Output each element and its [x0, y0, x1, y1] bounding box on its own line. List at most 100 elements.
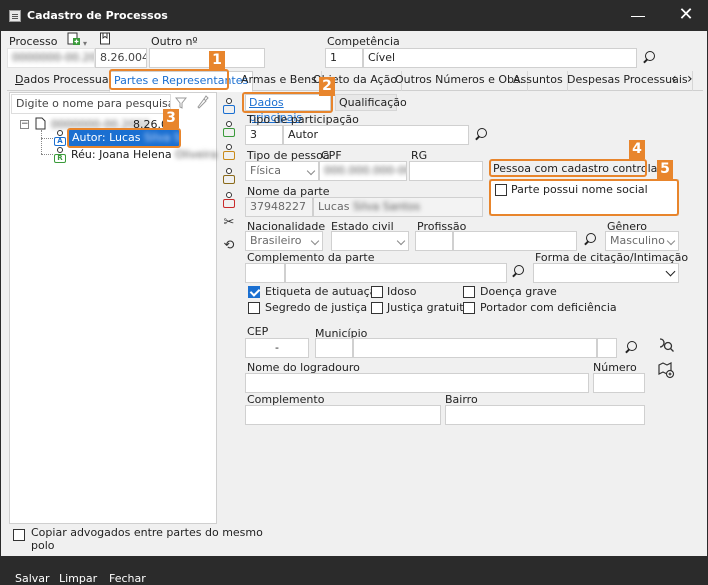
- footer-bar: Salvar Limpar Fechar: [1, 556, 707, 585]
- competencia-label: Competência: [327, 35, 400, 48]
- profissao-field[interactable]: [453, 231, 577, 251]
- etiqueta-label: Etiqueta de autuação: [265, 285, 384, 298]
- new-process-icon[interactable]: [67, 32, 81, 46]
- tipo-participacao-field[interactable]: Autor: [283, 125, 469, 145]
- justica-gratuita-checkbox[interactable]: [371, 302, 383, 314]
- add-autor-icon[interactable]: [222, 98, 236, 114]
- bookmark-icon[interactable]: [99, 32, 111, 46]
- outro-numero-field[interactable]: [149, 48, 265, 68]
- annotation-badge-2: 2: [319, 77, 335, 96]
- tree-collapse-icon[interactable]: −: [20, 120, 29, 129]
- competencia-field[interactable]: Cível: [363, 48, 637, 68]
- etiqueta-checkbox[interactable]: [248, 286, 260, 298]
- nome-social-checkbox[interactable]: [495, 184, 507, 196]
- genero-select[interactable]: Masculino: [605, 231, 679, 251]
- tab-scroll-left-icon[interactable]: ‹: [671, 72, 683, 88]
- forma-citacao-select[interactable]: [533, 263, 679, 283]
- tab-partes-representantes[interactable]: Partes e Representantes: [109, 71, 254, 92]
- complemento-parte-search-icon[interactable]: [510, 264, 526, 280]
- add-reu-icon[interactable]: [222, 121, 236, 137]
- minimize-button[interactable]: [625, 6, 651, 26]
- add-representante-icon[interactable]: [222, 168, 236, 184]
- autor-icon: A: [53, 130, 67, 146]
- justica-gratuita-label: Justiça gratuita: [387, 301, 471, 314]
- tab-scroll-right-icon[interactable]: ›: [687, 72, 699, 88]
- pessoa-controlado-label: Pessoa com cadastro controlado: [493, 162, 672, 175]
- copy-lawyers-label-line1: Copiar advogados entre partes do mesmo: [31, 526, 263, 539]
- municipio-code-field[interactable]: [315, 338, 353, 358]
- tab-assuntos[interactable]: Assuntos: [509, 71, 568, 91]
- municipio-field[interactable]: [353, 338, 597, 358]
- cpf-field[interactable]: 000.000.000-00: [319, 161, 407, 181]
- app-icon: [9, 10, 21, 22]
- logradouro-field[interactable]: [245, 373, 589, 393]
- reu-icon: R: [53, 147, 67, 163]
- competencia-code-field[interactable]: 1: [325, 48, 363, 68]
- outro-numero-label: Outro nº: [151, 35, 198, 48]
- doenca-grave-checkbox[interactable]: [463, 286, 475, 298]
- tab-dados-processuais[interactable]: Dados Processuais: [11, 71, 123, 91]
- nacionalidade-select[interactable]: Brasileiro: [245, 231, 323, 251]
- annotation-badge-3: 3: [163, 109, 179, 128]
- tab-outros-numeros[interactable]: Outros Números e Obs.: [391, 71, 529, 91]
- doenca-grave-label: Doença grave: [480, 285, 557, 298]
- complemento-parte-code[interactable]: [245, 263, 285, 283]
- estado-civil-select[interactable]: [331, 231, 409, 251]
- close-button[interactable]: ✕: [673, 6, 699, 26]
- municipio-extra-field[interactable]: [597, 338, 617, 358]
- segredo-label: Segredo de justiça: [265, 301, 368, 314]
- subtab-dados-principais[interactable]: Dados principais: [245, 94, 331, 124]
- idoso-checkbox[interactable]: [371, 286, 383, 298]
- map-location-icon[interactable]: [657, 361, 675, 379]
- rg-field[interactable]: [409, 161, 483, 181]
- segredo-checkbox[interactable]: [248, 302, 260, 314]
- deficiencia-checkbox[interactable]: [463, 302, 475, 314]
- numero-field[interactable]: [593, 373, 645, 393]
- party-search-input[interactable]: Digite o nome para pesquisa...: [11, 94, 171, 114]
- annotation-badge-4: 4: [629, 140, 645, 159]
- complemento-field[interactable]: [245, 405, 441, 425]
- tree-line: [41, 138, 53, 139]
- cep-search-icon[interactable]: [657, 337, 675, 353]
- main-tabs: Dados Processuais Partes e Representante…: [7, 71, 703, 92]
- copy-lawyers-checkbox[interactable]: [13, 529, 25, 541]
- window-title: Cadastro de Processos: [27, 9, 168, 22]
- profissao-code-field[interactable]: [415, 231, 453, 251]
- idoso-label: Idoso: [387, 285, 417, 298]
- nome-parte-code[interactable]: 37948227: [245, 197, 313, 217]
- title-bar: Cadastro de Processos ✕: [1, 1, 707, 31]
- annotation-badge-1: 1: [209, 51, 225, 70]
- process-file-icon: [35, 117, 46, 130]
- tipo-pessoa-select[interactable]: Física: [245, 161, 319, 181]
- replace-party-icon[interactable]: ⟲: [221, 238, 237, 254]
- tipo-participacao-search-icon[interactable]: [473, 127, 489, 143]
- processo-number-field[interactable]: 0000000-00.2022: [7, 48, 95, 68]
- chevron-down-icon[interactable]: ▾: [83, 39, 91, 48]
- processo-label: Processo: [9, 35, 58, 48]
- complemento-parte-field[interactable]: [285, 263, 507, 283]
- filter-icon[interactable]: [174, 97, 188, 109]
- add-advogado-icon[interactable]: [222, 144, 236, 160]
- remove-party-icon[interactable]: [222, 192, 236, 208]
- annotation-badge-5: 5: [657, 160, 673, 179]
- copy-lawyers-label-line2: polo: [31, 539, 55, 552]
- cut-party-icon[interactable]: ✂: [221, 215, 237, 231]
- tree-item-autor[interactable]: Autor: Lucas Silva Santos: [69, 130, 179, 146]
- tree-line: [41, 154, 53, 155]
- tipo-participacao-code[interactable]: 3: [245, 125, 283, 145]
- subtab-qualificacao[interactable]: Qualificação: [335, 94, 407, 111]
- deficiencia-label: Portador com deficiência: [480, 301, 617, 314]
- nome-social-label: Parte possui nome social: [511, 183, 648, 196]
- cep-field[interactable]: -: [245, 338, 309, 358]
- nome-parte-field[interactable]: Lucas Silva Santos: [313, 197, 483, 217]
- clear-filter-icon[interactable]: [195, 95, 209, 109]
- municipio-search-icon[interactable]: [623, 340, 639, 356]
- profissao-search-icon[interactable]: [582, 232, 598, 248]
- tree-line: [41, 130, 42, 154]
- processo-suffix-field[interactable]: 8.26.0048: [95, 48, 147, 68]
- bairro-field[interactable]: [445, 405, 645, 425]
- process-window: Cadastro de Processos ✕ Processo ▾ Outro…: [0, 0, 708, 585]
- tree-item-reu[interactable]: Réu: Joana Helena Oliveira: [71, 148, 217, 161]
- cep-label: CEP: [247, 325, 269, 338]
- competencia-search-icon[interactable]: [641, 50, 657, 66]
